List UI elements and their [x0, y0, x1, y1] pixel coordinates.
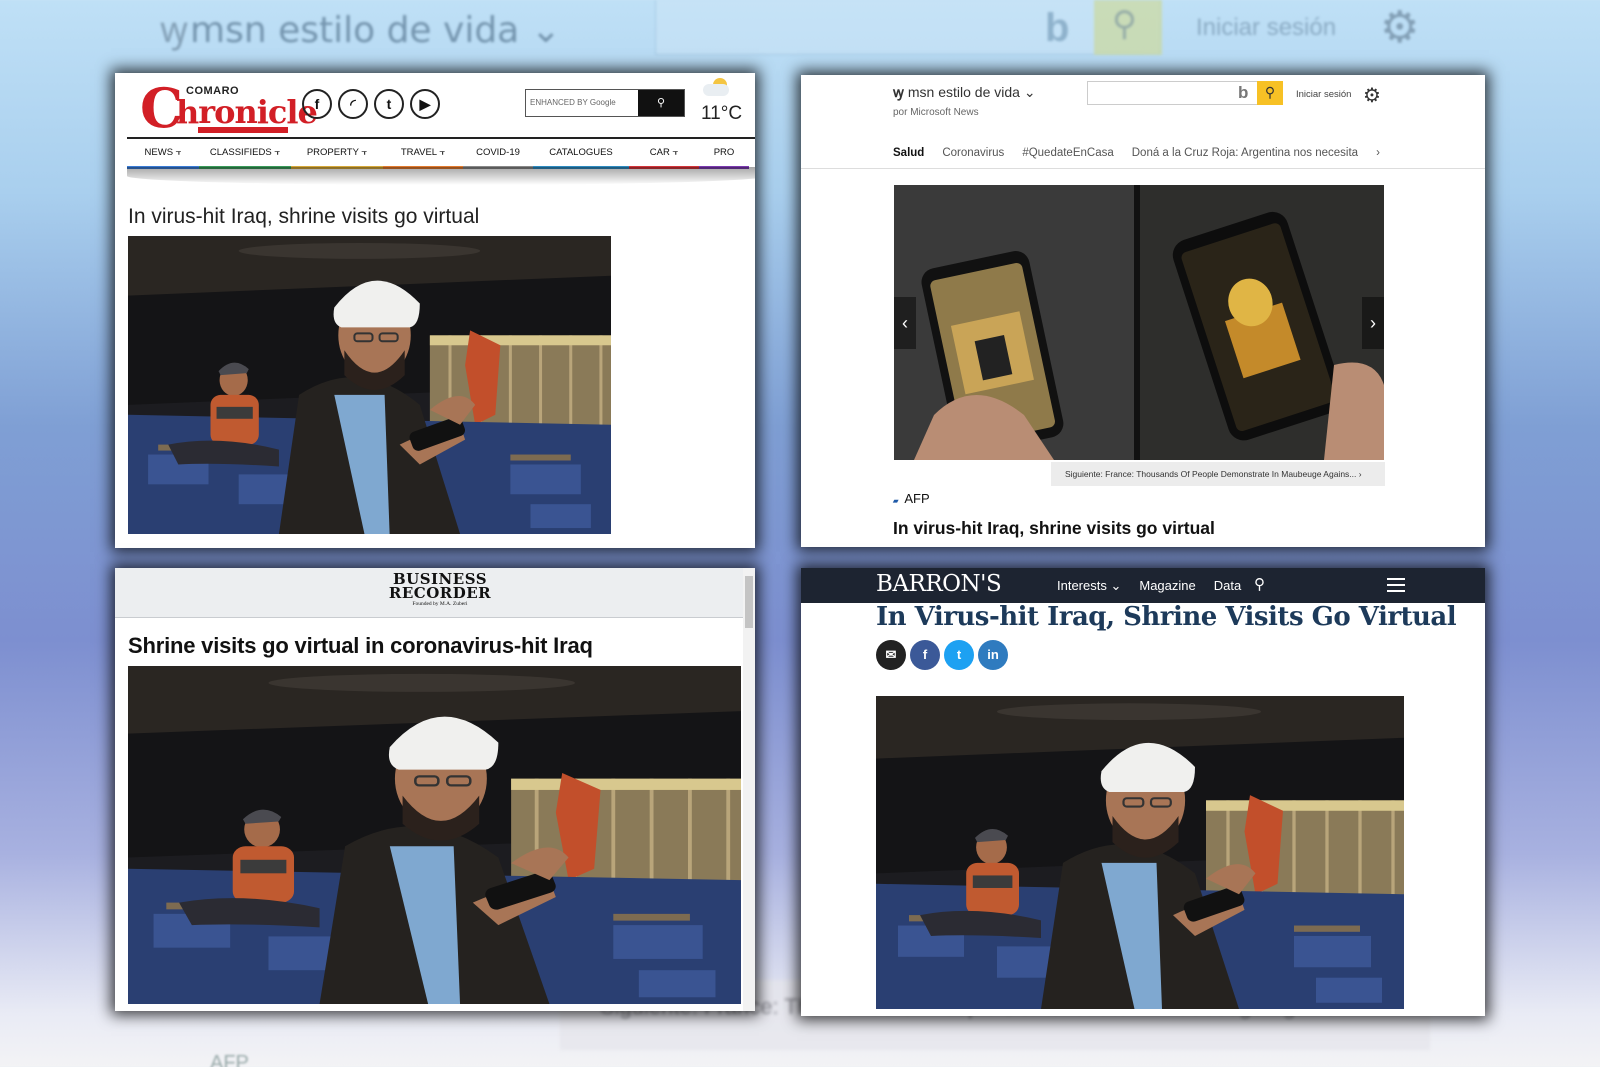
msn-nav: Salud Coronavirus #QuedateEnCasa Doná a … — [893, 147, 1380, 159]
chevron-left-icon[interactable]: ‹ — [894, 297, 916, 349]
nav-item-data[interactable]: Data — [1214, 578, 1241, 594]
search-button[interactable]: ⚲ — [1257, 81, 1283, 105]
photo-gallery: ‹ › — [894, 185, 1384, 460]
chronicle-logo[interactable]: C COMARO hronicle — [140, 81, 318, 136]
weather-icon — [703, 78, 731, 96]
msn-subtitle: por Microsoft News — [893, 107, 979, 118]
search-icon: ⚲ — [1264, 84, 1276, 100]
temperature: 11°C — [701, 103, 743, 124]
nav-item-magazine[interactable]: Magazine — [1139, 578, 1195, 594]
nav-shadow — [127, 167, 755, 185]
afp-logo-icon: ▰ — [893, 498, 899, 505]
nav-item-coronavirus[interactable]: Coronavirus — [942, 147, 1004, 159]
menu-icon[interactable] — [1387, 578, 1405, 592]
br-header: BUSINESS RECORDER Founded by M.A. Zuberi — [115, 568, 755, 618]
chevron-right-icon[interactable]: › — [1362, 297, 1384, 349]
nav-item-car[interactable]: CAR ⫟ — [629, 139, 699, 169]
search-icon[interactable]: ⚲ — [1254, 575, 1265, 593]
article-photo — [128, 236, 611, 534]
barrons-topbar: BARRON'S Interests ⌄ Magazine Data ⚲ — [801, 568, 1485, 603]
background-msn-header: ꝡmsn estilo de vida ⌄ b ⚲ Iniciar sesión… — [0, 0, 1600, 55]
gear-icon: ⚙ — [1380, 3, 1420, 52]
article-headline: Shrine visits go virtual in coronavirus-… — [128, 633, 593, 658]
gallery-photo — [894, 185, 1384, 460]
search-button[interactable]: ⚲ — [638, 90, 684, 116]
chronicle-article-screenshot: C COMARO hronicle f ◜ t ▶ ENHANCED BY Go… — [115, 73, 755, 548]
divider — [801, 168, 1485, 169]
signin-link[interactable]: Iniciar sesión — [1296, 89, 1351, 100]
twitter-icon[interactable]: t — [944, 640, 974, 670]
nav-item-quedate[interactable]: #QuedateEnCasa — [1022, 147, 1113, 159]
article-headline: In Virus-hit Iraq, Shrine Visits Go Virt… — [876, 602, 1457, 632]
next-article-link[interactable]: Siguiente: France: Thousands Of People D… — [1051, 462, 1385, 486]
scrollbar[interactable] — [743, 568, 755, 1011]
background-search-button: ⚲ — [1094, 0, 1162, 55]
bing-icon: b — [1045, 6, 1070, 50]
butterfly-icon: ꝡ — [893, 84, 904, 100]
search-input[interactable]: b ⚲ — [1087, 81, 1283, 105]
nav-item-property[interactable]: PROPERTY ⫟ — [291, 139, 383, 169]
article-headline: In virus-hit Iraq, shrine visits go virt… — [128, 205, 480, 228]
search-icon: ⚲ — [1112, 5, 1137, 43]
business-recorder-logo[interactable]: BUSINESS RECORDER Founded by M.A. Zuberi — [375, 572, 505, 608]
logo-url-bar — [198, 127, 288, 133]
rss-icon[interactable]: ◜ — [338, 89, 368, 119]
nav-item-cruz-roja[interactable]: Doná a la Cruz Roja: Argentina nos neces… — [1132, 147, 1358, 159]
google-search-box[interactable]: ENHANCED BY Google ⚲ — [525, 89, 685, 117]
msn-article-screenshot: ꝡ msn estilo de vida ⌄ por Microsoft News… — [801, 75, 1485, 547]
nav-item-travel[interactable]: TRAVEL ⫟ — [383, 139, 463, 169]
gear-icon[interactable]: ⚙ — [1363, 83, 1381, 108]
search-input[interactable]: ENHANCED BY Google — [530, 98, 616, 107]
chronicle-nav: NEWS ⫟ CLASSIFIEDS ⫟ PROPERTY ⫟ TRAVEL ⫟… — [127, 137, 755, 169]
facebook-icon[interactable]: f — [302, 89, 332, 119]
facebook-icon[interactable]: f — [910, 640, 940, 670]
butterfly-icon: ꝡ — [160, 10, 188, 51]
barrons-logo[interactable]: BARRON'S — [876, 571, 1002, 597]
business-recorder-screenshot: BUSINESS RECORDER Founded by M.A. Zuberi… — [115, 568, 755, 1011]
nav-item-interests[interactable]: Interests ⌄ — [1057, 578, 1121, 594]
article-photo — [876, 696, 1404, 1009]
article-headline: In virus-hit Iraq, shrine visits go virt… — [893, 518, 1215, 538]
nav-item-covid[interactable]: COVID-19 — [463, 139, 533, 169]
linkedin-icon[interactable]: in — [978, 640, 1008, 670]
msn-logo[interactable]: ꝡ msn estilo de vida ⌄ — [893, 83, 1036, 102]
scrollbar-thumb[interactable] — [745, 576, 753, 628]
play-icon[interactable]: ▶ — [410, 89, 440, 119]
twitter-icon[interactable]: t — [374, 89, 404, 119]
nav-item-salud[interactable]: Salud — [893, 147, 924, 159]
nav-item-catalogues[interactable]: CATALOGUES — [533, 139, 629, 169]
search-icon: ⚲ — [656, 97, 666, 109]
background-afp: AFP — [210, 1052, 249, 1067]
logo-text: hronicle — [176, 93, 318, 131]
chevron-right-icon[interactable]: › — [1376, 147, 1380, 159]
nav-item-classifieds[interactable]: CLASSIFIEDS ⫟ — [199, 139, 291, 169]
nav-item-news[interactable]: NEWS ⫟ — [127, 139, 199, 169]
source-label: ▰ AFP — [893, 491, 930, 506]
background-signin: Iniciar sesión — [1196, 14, 1337, 41]
nav-item-pro[interactable]: PRO — [699, 139, 749, 169]
email-icon[interactable]: ✉ — [876, 640, 906, 670]
background-search-box — [655, 0, 1160, 55]
article-photo — [128, 666, 741, 1004]
barrons-article-screenshot: BARRON'S Interests ⌄ Magazine Data ⚲ In … — [801, 568, 1485, 1016]
background-msn-logo: ꝡmsn estilo de vida ⌄ — [160, 4, 561, 53]
bing-icon: b — [1238, 83, 1249, 102]
barrons-nav: Interests ⌄ Magazine Data — [1057, 578, 1241, 594]
